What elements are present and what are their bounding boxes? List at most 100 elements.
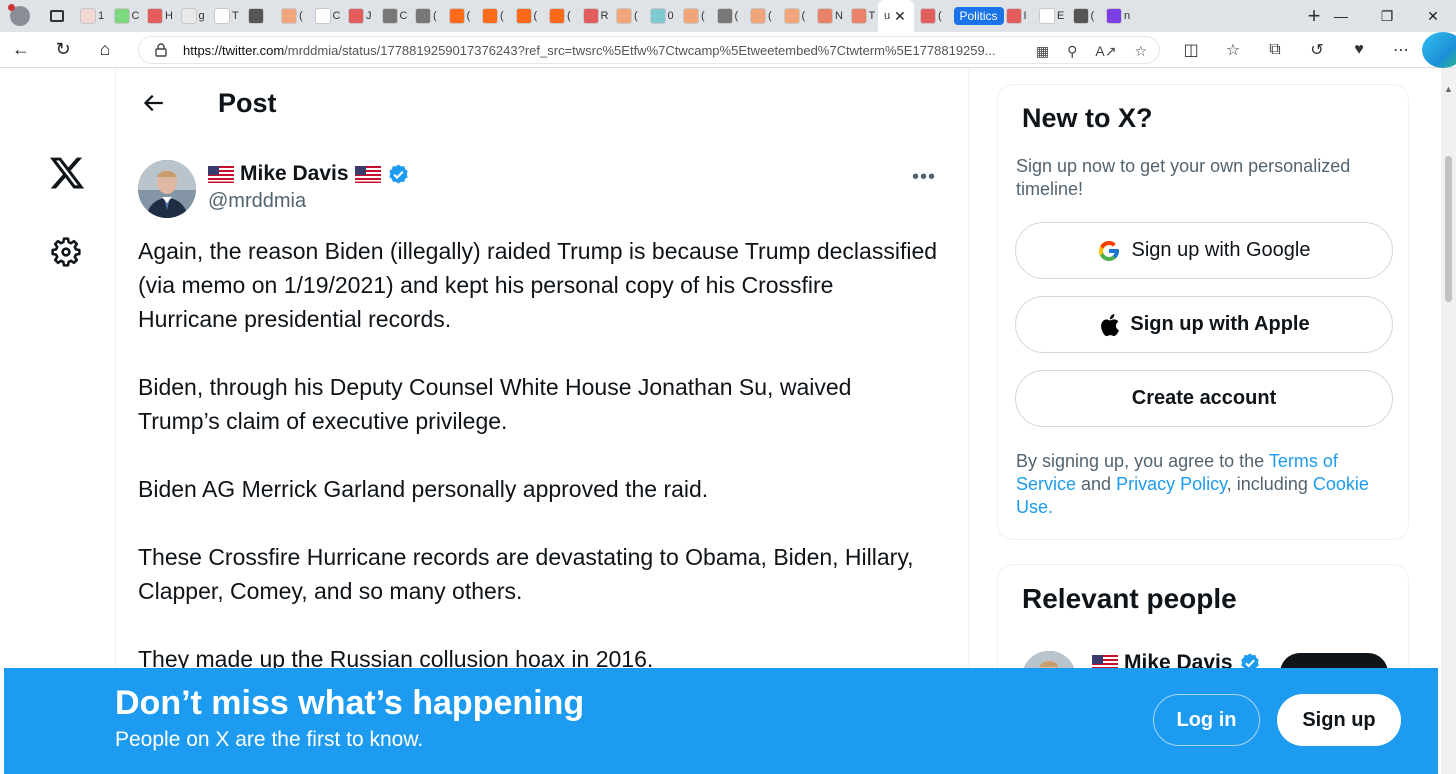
author-handle[interactable]: @mrddmia bbox=[208, 190, 410, 213]
browser-tab[interactable]: ( bbox=[610, 0, 644, 32]
active-browser-tab[interactable]: u ✕ bbox=[878, 0, 914, 32]
author-avatar[interactable] bbox=[138, 160, 196, 218]
terms-text: By signing up, you agree to the bbox=[1016, 451, 1269, 471]
copilot-button[interactable] bbox=[1422, 32, 1456, 68]
browser-tab[interactable]: C bbox=[376, 0, 410, 32]
tab-title: ( bbox=[1090, 10, 1095, 22]
verified-badge-icon[interactable] bbox=[387, 163, 410, 186]
browser-tab[interactable]: ( bbox=[1067, 0, 1101, 32]
terms-text: , including bbox=[1226, 474, 1313, 494]
browser-tab[interactable]: ( bbox=[744, 0, 778, 32]
browser-tab[interactable]: J bbox=[342, 0, 376, 32]
browser-tab[interactable]: ( bbox=[443, 0, 477, 32]
image-icon bbox=[1072, 8, 1089, 24]
collections-icon[interactable]: ⧉ bbox=[1254, 32, 1296, 68]
tab-title: I bbox=[1023, 10, 1027, 22]
tab-title: C bbox=[332, 10, 341, 22]
create-account-button[interactable]: Create account bbox=[1015, 370, 1393, 427]
browser-tab[interactable]: T bbox=[208, 0, 242, 32]
sign-up-apple-button[interactable]: Sign up with Apple bbox=[1015, 296, 1393, 353]
privacy-policy-link[interactable]: Privacy Policy bbox=[1116, 474, 1227, 494]
apps-icon[interactable]: ▦ bbox=[1036, 43, 1049, 60]
document-icon bbox=[1039, 8, 1055, 24]
page-scrollbar[interactable]: ▲ bbox=[1441, 68, 1456, 774]
browser-tab[interactable]: C bbox=[309, 0, 343, 32]
log-in-button[interactable]: Log in bbox=[1153, 694, 1260, 746]
banner-title: Don’t miss what’s happening bbox=[115, 684, 585, 722]
home-button[interactable]: ⌂ bbox=[84, 32, 126, 68]
restore-button[interactable]: ❐ bbox=[1364, 0, 1410, 32]
tab-title: H bbox=[165, 10, 173, 22]
scrollbar-thumb[interactable] bbox=[1445, 156, 1452, 302]
post-header: Post bbox=[116, 68, 969, 140]
browser-tab[interactable]: ( bbox=[711, 0, 745, 32]
video-icon bbox=[920, 8, 936, 24]
settings-more-icon[interactable]: ⋯ bbox=[1380, 32, 1422, 68]
browser-tab[interactable]: E bbox=[1033, 0, 1067, 32]
browser-tab[interactable]: T bbox=[845, 0, 879, 32]
browser-tab[interactable]: 1 bbox=[74, 0, 108, 32]
favorite-star-icon[interactable]: ☆ bbox=[1134, 43, 1147, 60]
browser-tab[interactable]: ( bbox=[409, 0, 443, 32]
split-screen-icon[interactable]: ◫ bbox=[1170, 32, 1212, 68]
relevant-people-title: Relevant people bbox=[1022, 583, 1237, 614]
document-icon bbox=[314, 8, 331, 24]
browser-tab[interactable]: R bbox=[577, 0, 611, 32]
browser-tab[interactable]: N bbox=[811, 0, 845, 32]
tab-title: ( bbox=[938, 10, 942, 22]
tab-list: 1 C Hg T (C J C (((((R (0 ((((N Tu ✕ (Politics I E (n bbox=[74, 0, 1294, 32]
browser-tab[interactable]: ( bbox=[543, 0, 577, 32]
tab-title: ( bbox=[433, 10, 437, 22]
close-window-button[interactable]: ✕ bbox=[1410, 0, 1456, 32]
read-aloud-icon[interactable]: A↗ bbox=[1095, 43, 1116, 60]
address-bar[interactable]: https://twitter.com/mrddmia/status/17788… bbox=[138, 36, 1160, 64]
tab-group[interactable]: Politics bbox=[948, 0, 1004, 32]
bookmark-icon bbox=[783, 8, 800, 24]
p-icon bbox=[649, 8, 666, 24]
zoom-icon[interactable]: ⚲ bbox=[1067, 43, 1077, 60]
more-options-icon[interactable]: ••• bbox=[912, 166, 936, 189]
signup-banner: Don’t miss what’s happening People on X … bbox=[4, 668, 1438, 774]
us-flag-icon bbox=[208, 165, 234, 183]
profile-avatar-icon bbox=[8, 4, 30, 26]
tab-actions-button[interactable] bbox=[40, 0, 74, 32]
browser-tab[interactable]: I bbox=[1000, 0, 1034, 32]
us-flag-icon bbox=[354, 165, 381, 183]
browser-tab[interactable]: 0 bbox=[644, 0, 678, 32]
minimize-button[interactable]: — bbox=[1318, 0, 1364, 32]
performance-icon[interactable]: ♥ bbox=[1338, 32, 1380, 68]
browser-tab[interactable]: ( bbox=[510, 0, 544, 32]
tab-title: ( bbox=[533, 10, 538, 22]
browser-tab[interactable]: H bbox=[141, 0, 175, 32]
close-tab-icon[interactable]: ✕ bbox=[894, 8, 906, 25]
browser-tab[interactable]: ( bbox=[476, 0, 510, 32]
browser-tab[interactable]: ( bbox=[778, 0, 812, 32]
sign-up-google-button[interactable]: Sign up with Google bbox=[1015, 222, 1393, 279]
browser-tab[interactable]: C bbox=[108, 0, 142, 32]
tab-title: u bbox=[884, 10, 891, 22]
apple-logo-icon bbox=[1101, 313, 1120, 336]
browser-tab[interactable]: ( bbox=[914, 0, 948, 32]
browser-tab[interactable]: ( bbox=[677, 0, 711, 32]
sign-up-button[interactable]: Sign up bbox=[1277, 694, 1401, 746]
refresh-button[interactable]: ↻ bbox=[42, 32, 84, 68]
favorites-icon[interactable]: ☆ bbox=[1212, 32, 1254, 68]
tab-actions-icon bbox=[50, 10, 64, 22]
lock-icon[interactable] bbox=[153, 42, 169, 58]
browser-tab[interactable]: ( bbox=[275, 0, 309, 32]
terms-notice: By signing up, you agree to the Terms of… bbox=[1016, 450, 1396, 519]
browser-tab[interactable]: g bbox=[175, 0, 209, 32]
back-arrow-icon[interactable] bbox=[140, 90, 166, 116]
browser-tab[interactable]: n bbox=[1100, 0, 1134, 32]
profile-button[interactable] bbox=[0, 0, 40, 32]
scroll-up-arrow-icon[interactable]: ▲ bbox=[1444, 84, 1453, 94]
browser-tab[interactable] bbox=[242, 0, 276, 32]
post-paragraph: Biden AG Merrick Garland personally appr… bbox=[138, 476, 709, 502]
bookmark-icon bbox=[482, 8, 498, 24]
x-logo-icon[interactable] bbox=[47, 154, 87, 192]
settings-gear-icon[interactable] bbox=[50, 236, 82, 268]
author-display-name[interactable]: Mike Davis bbox=[208, 162, 410, 186]
history-icon[interactable]: ↺ bbox=[1296, 32, 1338, 68]
back-button[interactable]: ← bbox=[0, 32, 42, 68]
image-icon bbox=[716, 8, 733, 24]
